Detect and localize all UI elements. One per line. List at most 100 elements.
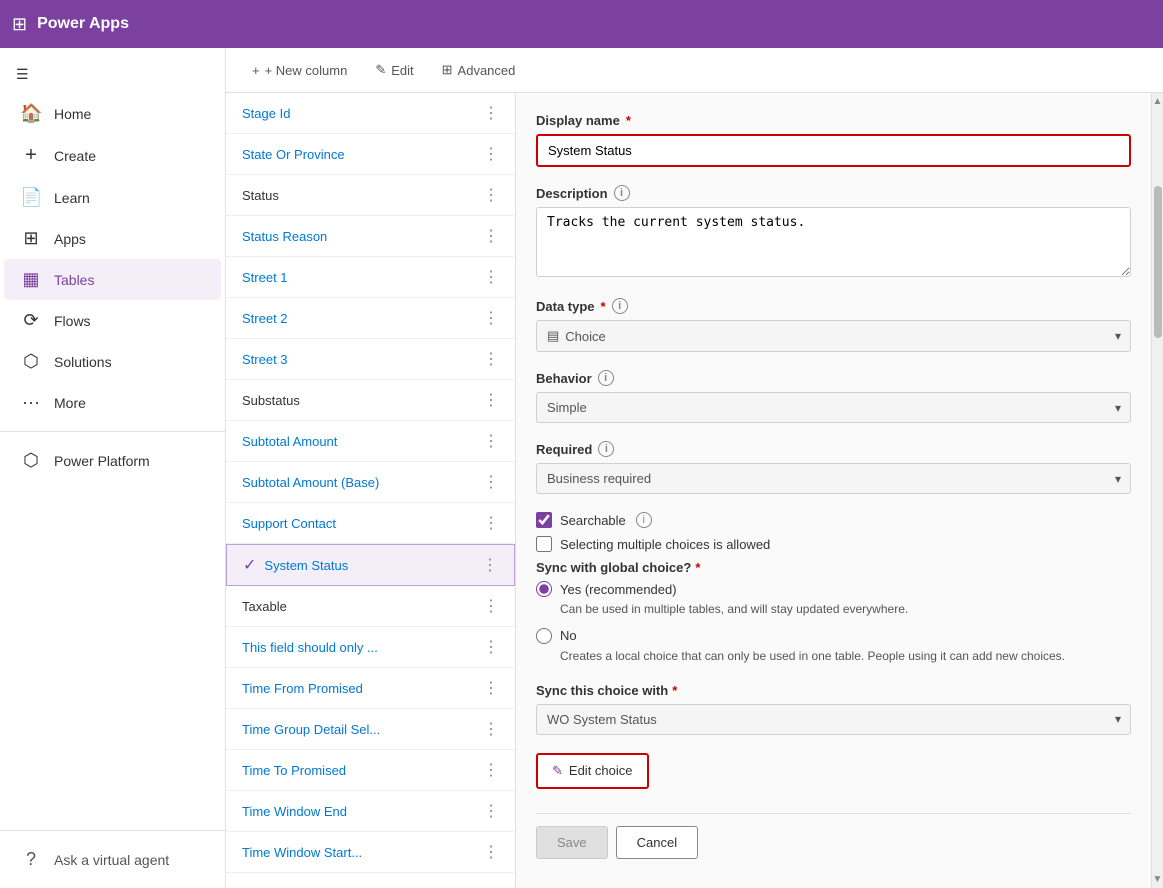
cancel-button[interactable]: Cancel [616,826,698,859]
scroll-down-arrow[interactable]: ▼ [1152,871,1163,888]
sync-choice-field: Sync this choice with * WO System Status… [536,683,1131,735]
item-menu-icon[interactable]: ⋮ [483,144,499,164]
scroll-up-arrow[interactable]: ▲ [1152,93,1163,110]
description-info-icon[interactable]: i [614,185,630,201]
description-label: Description i [536,185,1131,201]
item-menu-icon[interactable]: ⋮ [483,678,499,698]
list-item[interactable]: Time To Promised ⋮ [226,750,515,791]
list-item[interactable]: Stage Id ⋮ [226,93,515,134]
required-marker: * [626,113,631,128]
multiple-choices-label[interactable]: Selecting multiple choices is allowed [560,537,770,552]
item-name: System Status [264,558,348,573]
edit-button[interactable]: ✎ Edit [365,56,423,84]
scroll-thumb[interactable] [1154,186,1162,338]
data-type-select[interactable]: ▤ Choice [536,320,1131,352]
sidebar-item-tables[interactable]: ▦ Tables [4,259,221,300]
sidebar-divider [0,431,225,432]
sync-choice-select[interactable]: WO System Status [536,704,1131,735]
item-menu-icon[interactable]: ⋮ [483,760,499,780]
searchable-info-icon[interactable]: i [636,512,652,528]
sidebar-hamburger[interactable]: ☰ [0,56,225,93]
create-icon: + [20,144,42,167]
item-menu-icon[interactable]: ⋮ [483,513,499,533]
item-menu-icon[interactable]: ⋮ [483,390,499,410]
sidebar-item-learn[interactable]: 📄 Learn [4,177,221,218]
list-item[interactable]: Status Reason ⋮ [226,216,515,257]
item-menu-icon[interactable]: ⋮ [483,226,499,246]
list-item[interactable]: Street 2 ⋮ [226,298,515,339]
sync-global-field: Sync with global choice? * Yes (recommen… [536,560,1131,665]
sync-choice-required: * [672,683,677,698]
list-item[interactable]: Time Window End ⋮ [226,791,515,832]
edit-choice-button[interactable]: ✎ Edit choice [536,753,649,789]
list-item[interactable]: Time Group Detail Sel... ⋮ [226,709,515,750]
new-column-icon: + [252,63,260,78]
list-item[interactable]: Support Contact ⋮ [226,503,515,544]
list-item[interactable]: This field should only ... ⋮ [226,627,515,668]
description-textarea[interactable]: Tracks the current system status. [536,207,1131,277]
new-column-label: + New column [265,63,348,78]
list-item[interactable]: Street 3 ⋮ [226,339,515,380]
sidebar-item-ask-agent[interactable]: ? Ask a virtual agent [4,839,221,880]
save-button[interactable]: Save [536,826,608,859]
tables-icon: ▦ [20,269,42,290]
sync-no-label[interactable]: No [560,628,577,643]
item-menu-icon[interactable]: ⋮ [483,472,499,492]
item-menu-icon[interactable]: ⋮ [483,267,499,287]
item-menu-icon[interactable]: ⋮ [483,801,499,821]
required-info-icon[interactable]: i [598,441,614,457]
searchable-checkbox[interactable] [536,512,552,528]
sync-yes-desc: Can be used in multiple tables, and will… [560,601,1131,618]
list-item[interactable]: State Or Province ⋮ [226,134,515,175]
list-item[interactable]: Subtotal Amount (Base) ⋮ [226,462,515,503]
sidebar-item-label: Apps [54,231,86,247]
sidebar-item-label: Flows [54,313,91,329]
item-menu-icon[interactable]: ⋮ [483,308,499,328]
list-item[interactable]: Status ⋮ [226,175,515,216]
data-type-info-icon[interactable]: i [612,298,628,314]
sidebar-item-create[interactable]: + Create [4,134,221,177]
list-item[interactable]: Substatus ⋮ [226,380,515,421]
item-menu-icon[interactable]: ⋮ [482,555,498,575]
list-item[interactable]: Subtotal Amount ⋮ [226,421,515,462]
behavior-select[interactable]: Simple [536,392,1131,423]
sidebar-item-label: Solutions [54,354,112,370]
grid-icon[interactable]: ⊞ [12,14,27,35]
display-name-input[interactable] [536,134,1131,167]
required-marker: * [601,299,606,314]
item-name: Subtotal Amount [242,434,337,449]
item-menu-icon[interactable]: ⋮ [483,103,499,123]
sync-yes-label[interactable]: Yes (recommended) [560,582,677,597]
searchable-label[interactable]: Searchable [560,513,626,528]
item-menu-icon[interactable]: ⋮ [483,842,499,862]
advanced-button[interactable]: ⊞ Advanced [432,56,526,84]
item-menu-icon[interactable]: ⋮ [483,349,499,369]
pencil-icon: ✎ [552,763,563,779]
list-item-system-status[interactable]: ✓ System Status ⋮ [226,544,515,586]
list-item[interactable]: Time From Promised ⋮ [226,668,515,709]
item-name: Subtotal Amount (Base) [242,475,379,490]
list-item[interactable]: Street 1 ⋮ [226,257,515,298]
sidebar-item-more[interactable]: ··· More [4,382,221,423]
sidebar-item-power-platform[interactable]: ⬡ Power Platform [4,440,221,481]
sidebar-item-home[interactable]: 🏠 Home [4,93,221,134]
required-select[interactable]: Optional Business recommended Business r… [536,463,1131,494]
sidebar-item-flows[interactable]: ⟳ Flows [4,300,221,341]
item-menu-icon[interactable]: ⋮ [483,185,499,205]
item-name: Street 1 [242,270,288,285]
item-menu-icon[interactable]: ⋮ [483,637,499,657]
list-item[interactable]: Taxable ⋮ [226,586,515,627]
multiple-choices-checkbox[interactable] [536,536,552,552]
sidebar-item-apps[interactable]: ⊞ Apps [4,218,221,259]
display-name-label: Display name * [536,113,1131,128]
item-menu-icon[interactable]: ⋮ [483,596,499,616]
item-menu-icon[interactable]: ⋮ [483,719,499,739]
new-column-button[interactable]: + + New column [242,57,357,84]
behavior-info-icon[interactable]: i [598,370,614,386]
sidebar-item-solutions[interactable]: ⬡ Solutions [4,341,221,382]
sync-no-radio[interactable] [536,628,552,644]
scrollbar[interactable]: ▲ ▼ [1151,93,1163,888]
item-menu-icon[interactable]: ⋮ [483,431,499,451]
sync-yes-radio[interactable] [536,581,552,597]
list-item[interactable]: Time Window Start... ⋮ [226,832,515,873]
